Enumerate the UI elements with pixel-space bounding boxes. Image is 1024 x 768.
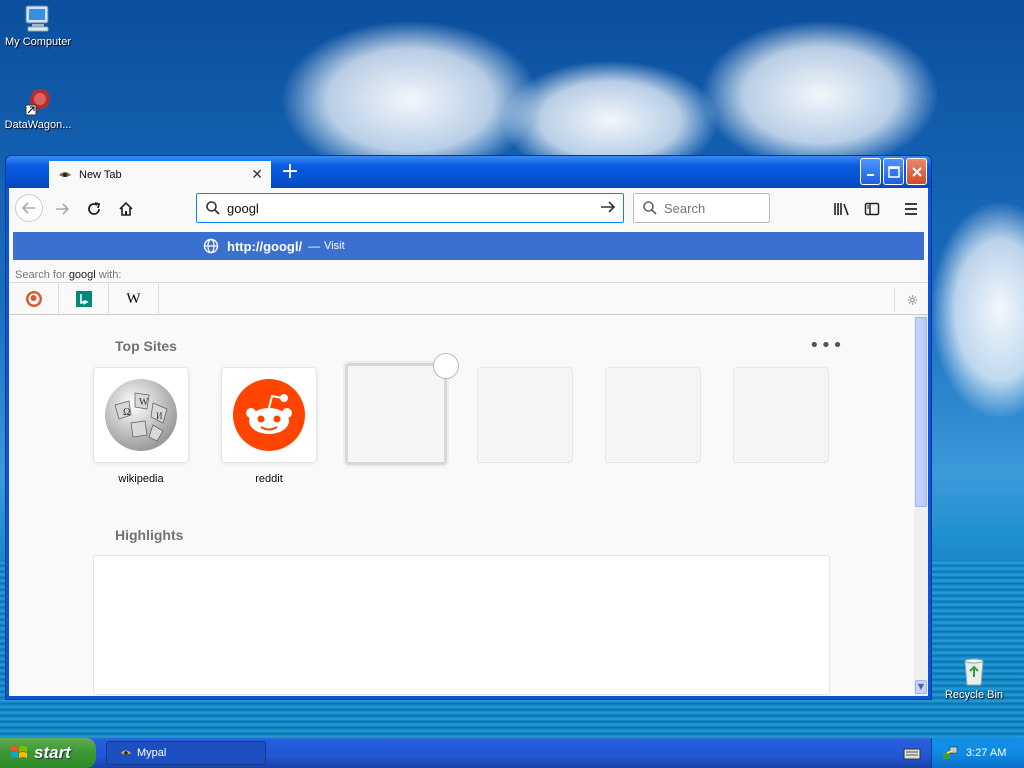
- top-site-label: wikipedia: [118, 473, 164, 485]
- highlights-heading: Highlights: [115, 527, 184, 543]
- engine-wikipedia-button[interactable]: W: [109, 282, 159, 316]
- engine-duckduckgo-button[interactable]: [9, 282, 59, 316]
- desktop-icon-label: DataWagon...: [4, 119, 72, 131]
- search-settings-button[interactable]: [894, 288, 918, 312]
- desktop-icon-my-computer[interactable]: My Computer: [0, 2, 78, 48]
- browser-window: New Tab ✕ + googl Search http://googl/ —…: [5, 155, 932, 700]
- new-tab-button[interactable]: +: [278, 160, 302, 184]
- desktop-icon-datawagon[interactable]: DataWagon...: [0, 85, 78, 131]
- bing-icon: [75, 291, 92, 307]
- top-site-tile-empty[interactable]: [733, 367, 829, 463]
- search-icon: [206, 201, 220, 215]
- maximize-button[interactable]: [883, 158, 904, 185]
- address-input[interactable]: [227, 200, 599, 216]
- reddit-icon: [233, 379, 305, 451]
- tile-drag-handle[interactable]: [433, 353, 459, 379]
- wikipedia-globe-icon: Ω W И: [105, 379, 177, 451]
- keyboard-icon[interactable]: [903, 745, 921, 761]
- top-sites-more-button[interactable]: •••: [809, 335, 844, 356]
- suggestion-separator: —: [308, 239, 321, 253]
- suggestion-visit-row[interactable]: http://googl/ — Visit: [13, 232, 924, 260]
- home-button[interactable]: [113, 196, 139, 222]
- engine-bing-button[interactable]: [59, 282, 109, 316]
- top-sites-heading: Top Sites: [115, 338, 177, 354]
- svg-text:Ω: Ω: [123, 407, 130, 418]
- highlights-placeholder: [93, 555, 830, 695]
- top-site-tile-empty[interactable]: [477, 367, 573, 463]
- desktop-icon-label: Recycle Bin: [944, 689, 1004, 701]
- tab-close-icon[interactable]: ✕: [251, 167, 263, 183]
- title-bar[interactable]: New Tab ✕ +: [6, 156, 931, 188]
- system-tray: 3:27 AM: [931, 738, 1024, 768]
- address-bar[interactable]: [196, 193, 624, 223]
- taskbar: start Mypal 3:27 AM: [0, 738, 1024, 768]
- tab-new-tab[interactable]: New Tab ✕: [49, 159, 271, 188]
- minimize-button[interactable]: [860, 158, 881, 185]
- top-site-tile-empty-dragging[interactable]: [345, 363, 447, 465]
- top-site-tile-empty[interactable]: [605, 367, 701, 463]
- scroll-down-arrow-icon[interactable]: ▼: [915, 680, 927, 694]
- svg-text:W: W: [139, 397, 149, 408]
- go-arrow-icon[interactable]: [599, 199, 617, 218]
- desktop-icon-label: My Computer: [4, 36, 72, 48]
- scrollbar-thumb[interactable]: [915, 317, 927, 507]
- network-icon[interactable]: [942, 745, 958, 761]
- forward-arrow-icon: [56, 203, 70, 215]
- search-with-label: Search for googl with:: [15, 269, 121, 281]
- suggestion-action: Visit: [324, 240, 345, 252]
- computer-icon: [22, 2, 54, 34]
- cloud: [930, 200, 1024, 420]
- mypal-icon: [120, 750, 132, 755]
- sidebar-icon: [864, 202, 880, 216]
- nav-toolbar: [9, 188, 928, 229]
- top-site-label: reddit: [255, 473, 283, 485]
- top-site-tile-wikipedia[interactable]: Ω W И: [93, 367, 189, 463]
- new-tab-page: Top Sites ••• Ω W И wikipedia reddit Hig…: [9, 315, 914, 696]
- suggestion-url: http://googl/: [227, 238, 303, 254]
- start-label: start: [34, 743, 71, 762]
- vertical-scrollbar[interactable]: ▼: [914, 315, 928, 696]
- taskbar-item-mypal[interactable]: Mypal: [106, 741, 266, 765]
- duckduckgo-icon: [25, 291, 42, 307]
- search-with-suffix: with:: [95, 269, 122, 281]
- back-arrow-icon: [21, 202, 35, 214]
- taskbar-item-label: Mypal: [137, 747, 167, 759]
- one-off-search-engines: W: [9, 282, 928, 316]
- window-controls: [860, 158, 927, 185]
- start-button[interactable]: start: [0, 738, 96, 768]
- svg-text:И: И: [156, 411, 163, 421]
- gear-icon: [907, 295, 918, 305]
- search-input[interactable]: [664, 200, 769, 216]
- browser-content: http://googl/ — Visit Search for googl w…: [9, 188, 928, 696]
- search-icon: [643, 201, 657, 215]
- desktop-icon-recycle-bin[interactable]: Recycle Bin: [934, 655, 1014, 701]
- search-bar[interactable]: [633, 193, 770, 223]
- menu-button[interactable]: [898, 196, 924, 222]
- back-button[interactable]: [15, 194, 43, 222]
- search-with-term: googl: [68, 269, 96, 281]
- close-window-button[interactable]: [906, 158, 927, 185]
- reload-button[interactable]: [81, 196, 107, 222]
- sidebar-button[interactable]: [859, 196, 885, 222]
- url-suggestions-popup: http://googl/ — Visit Search for googl w…: [9, 229, 928, 316]
- library-button[interactable]: [829, 196, 855, 222]
- cloud: [700, 20, 940, 170]
- windows-flag-icon: [11, 746, 27, 758]
- top-site-tile-reddit[interactable]: [221, 367, 317, 463]
- tab-title: New Tab: [79, 168, 122, 181]
- datawagon-icon: [22, 85, 54, 117]
- wikipedia-w-icon: W: [126, 290, 141, 307]
- search-with-prefix: Search for: [15, 269, 69, 281]
- globe-icon: [203, 238, 219, 254]
- hamburger-menu-icon: [905, 203, 917, 215]
- forward-button[interactable]: [49, 196, 75, 222]
- mypal-favicon-icon: [57, 167, 73, 183]
- reload-icon: [88, 202, 101, 215]
- library-icon: [834, 203, 849, 216]
- recycle-bin-icon: [958, 655, 990, 687]
- home-icon: [119, 201, 133, 216]
- clock[interactable]: 3:27 AM: [966, 747, 1006, 759]
